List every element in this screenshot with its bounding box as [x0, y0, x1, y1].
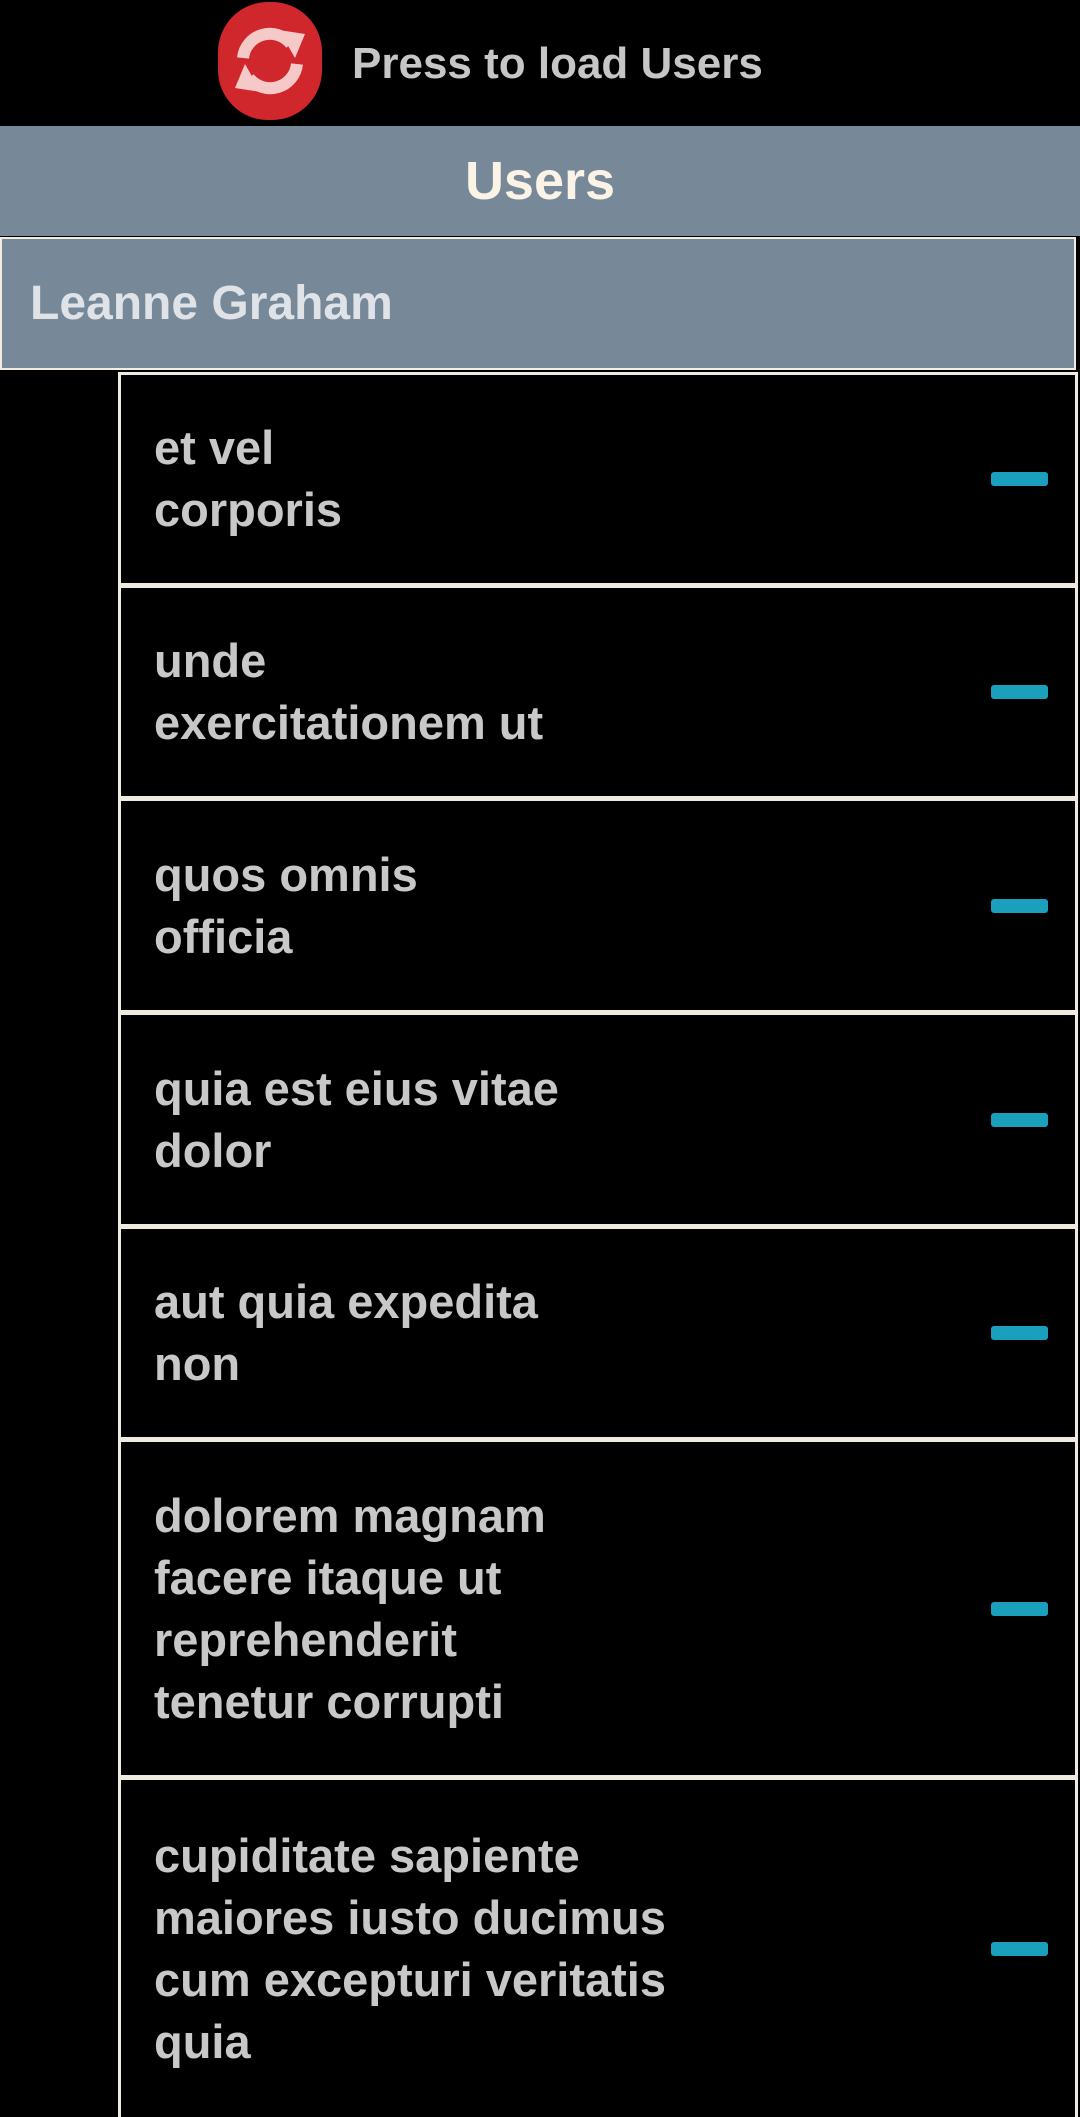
post-title-wrap: aut quia expedita non	[154, 1229, 874, 1437]
minus-icon	[990, 1941, 1048, 1956]
post-title-wrap: unde exercitationem ut	[154, 588, 874, 796]
load-users-label: Press to load Users	[352, 39, 763, 88]
minus-icon	[990, 685, 1048, 699]
post-item[interactable]: aut quia expedita non	[118, 1226, 1078, 1440]
post-title-wrap: dolorem magnam facere itaque ut reprehen…	[154, 1442, 874, 1775]
user-name: Leanne Graham	[30, 277, 393, 330]
post-title: cupiditate sapiente maiores iusto ducimu…	[154, 1828, 666, 2068]
post-title-wrap: quos omnis officia	[154, 801, 874, 1010]
minus-icon	[990, 472, 1048, 486]
post-title: dolorem magnam facere itaque ut reprehen…	[154, 1488, 546, 1728]
collapse-button[interactable]	[989, 1929, 1049, 1969]
minus-icon	[990, 1112, 1048, 1127]
section-title: Users	[464, 151, 616, 211]
refresh-icon	[235, 27, 305, 95]
post-item[interactable]: dolorem magnam facere itaque ut reprehen…	[118, 1439, 1078, 1778]
collapse-button[interactable]	[989, 1313, 1049, 1353]
post-title-wrap: cupiditate sapiente maiores iusto ducimu…	[154, 1780, 874, 2117]
minus-icon	[990, 898, 1048, 913]
post-title-wrap: quia est eius vitae dolor	[154, 1015, 874, 1224]
collapse-button[interactable]	[989, 886, 1049, 926]
posts-list: et vel corporis unde exercitationem ut q…	[118, 372, 1080, 2117]
post-item[interactable]: quia est eius vitae dolor	[118, 1012, 1078, 1227]
post-item[interactable]: et vel corporis	[118, 372, 1078, 586]
user-row[interactable]: Leanne Graham	[0, 237, 1076, 370]
collapse-button[interactable]	[989, 459, 1049, 499]
post-title: quia est eius vitae dolor	[154, 1061, 559, 1177]
post-item[interactable]: quos omnis officia	[118, 798, 1078, 1013]
post-item[interactable]: unde exercitationem ut	[118, 585, 1078, 799]
post-title: quos omnis officia	[154, 847, 418, 963]
minus-icon	[990, 1326, 1048, 1340]
post-item[interactable]: cupiditate sapiente maiores iusto ducimu…	[118, 1777, 1078, 2117]
post-title: et vel corporis	[154, 421, 343, 536]
post-title-wrap: et vel corporis	[154, 375, 874, 583]
post-title: unde exercitationem ut	[154, 634, 544, 749]
top-bar: Press to load Users	[0, 0, 1080, 126]
collapse-button[interactable]	[989, 1100, 1049, 1140]
collapse-button[interactable]	[989, 1589, 1049, 1629]
users-section-header: Users	[0, 126, 1080, 236]
post-title: aut quia expedita non	[154, 1275, 538, 1390]
minus-icon	[990, 1601, 1048, 1616]
load-users-button[interactable]	[218, 2, 322, 120]
collapse-button[interactable]	[989, 672, 1049, 712]
